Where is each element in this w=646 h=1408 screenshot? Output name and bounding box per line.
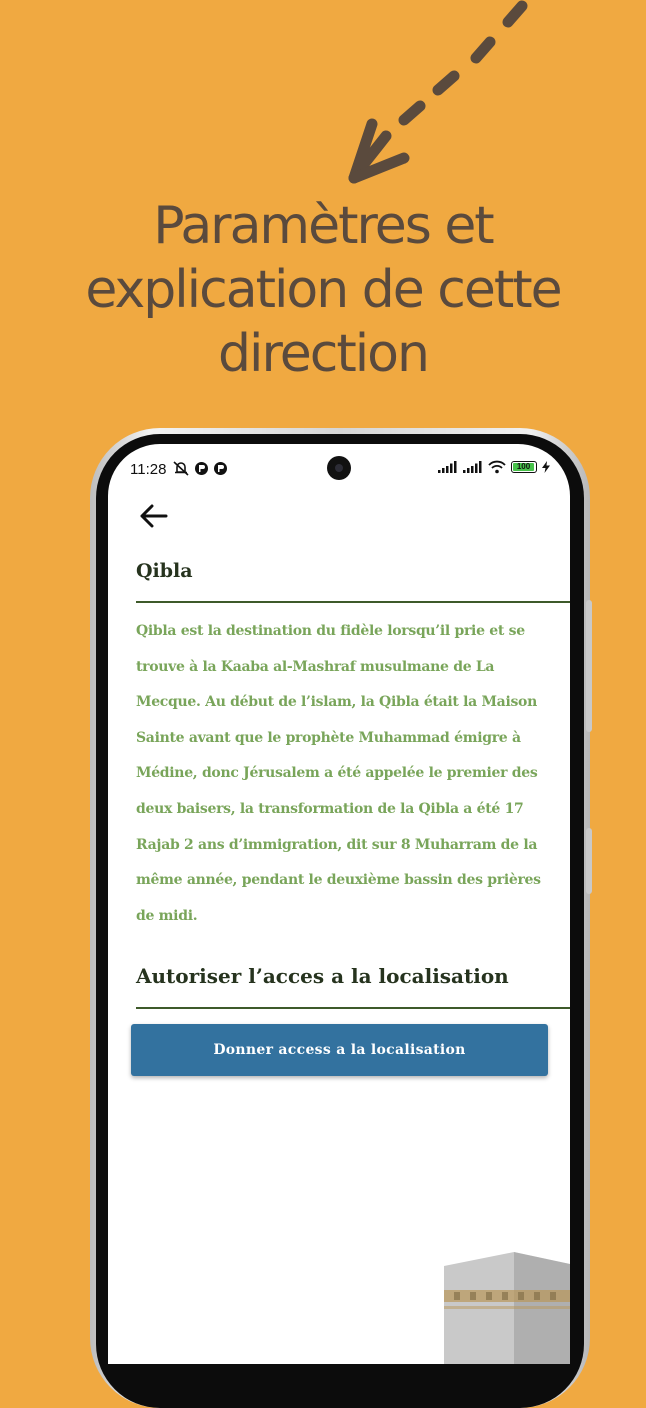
location-divider	[136, 1007, 570, 1009]
grant-location-button[interactable]: Donner access a la localisation	[131, 1024, 548, 1076]
promo-headline: Paramètres et explication de cette direc…	[85, 196, 562, 384]
kaaba-icon	[444, 1252, 570, 1364]
phone-screen: 11:28 100 Qibla Qibla est la destination…	[108, 444, 570, 1364]
qibla-description: Qibla est la destination du fidèle lorsq…	[136, 623, 541, 924]
front-camera	[327, 456, 351, 480]
status-time: 11:28	[130, 461, 167, 478]
back-arrow-icon[interactable]	[136, 500, 172, 532]
app-notification-icon	[214, 461, 227, 475]
qibla-section-title: Qibla	[136, 560, 193, 582]
status-bar: 11:28 100	[108, 444, 570, 496]
status-right-icons: 100	[438, 460, 550, 474]
location-section-title: Autoriser l’acces a la localisation	[136, 964, 509, 988]
qibla-divider	[136, 601, 570, 603]
volume-button	[586, 600, 592, 732]
battery-level: 100	[516, 462, 531, 471]
power-button	[586, 828, 592, 894]
signal-icon	[463, 461, 482, 473]
battery-icon: 100	[511, 461, 537, 473]
wifi-icon	[488, 460, 506, 474]
dashed-arrow-icon	[348, 0, 528, 184]
status-left-icons	[172, 460, 228, 476]
charging-icon	[542, 461, 550, 473]
app-notification-icon	[195, 461, 208, 475]
signal-icon	[438, 461, 457, 473]
muted-bell-icon	[173, 461, 189, 476]
